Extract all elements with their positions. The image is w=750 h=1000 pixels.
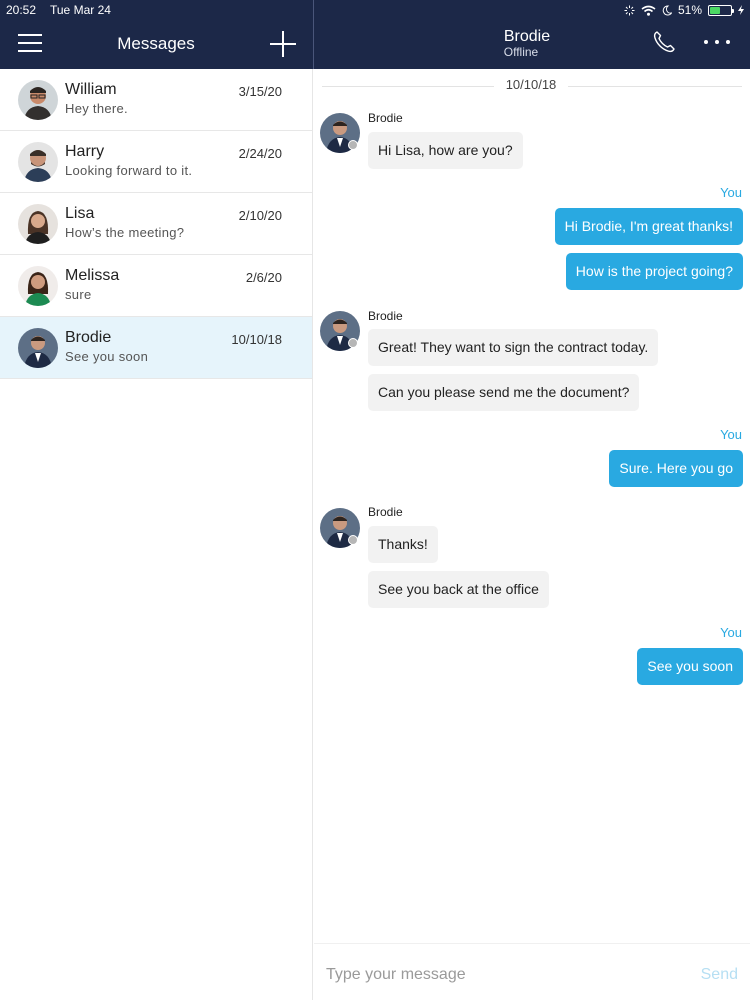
conversation-preview: Looking forward to it.	[65, 163, 193, 178]
chat-contact-status: Offline	[503, 45, 539, 59]
conversation-name: Lisa	[65, 205, 95, 222]
message-bubble-outgoing: How is the project going?	[565, 253, 743, 290]
conversation-item[interactable]: William Hey there. 3/15/20	[0, 69, 312, 131]
sync-icon	[624, 5, 635, 15]
conversation-preview: Hey there.	[65, 101, 128, 116]
battery-percent: 51%	[677, 3, 702, 17]
sender-name: Brodie	[368, 111, 403, 125]
battery-fill	[710, 6, 721, 14]
message-bubble-outgoing: Sure. Here you go	[609, 450, 743, 487]
status-date: Tue Mar 24	[50, 3, 111, 17]
date-separator-line	[322, 86, 494, 87]
date-separator: 10/10/18	[322, 77, 742, 95]
message-input[interactable]	[326, 964, 666, 986]
you-label: You	[720, 427, 742, 442]
ellipsis-icon[interactable]	[704, 40, 730, 46]
message-bubble-incoming: Hi Lisa, how are you?	[368, 132, 523, 169]
date-separator-line	[568, 86, 742, 87]
sender-name: Brodie	[368, 505, 403, 519]
conversation-name: Harry	[65, 143, 105, 160]
message-bubble-incoming: Thanks!	[368, 526, 438, 563]
you-label: You	[720, 185, 742, 200]
conversation-name: Brodie	[65, 329, 112, 346]
hamburger-icon[interactable]	[18, 34, 42, 54]
presence-indicator	[348, 535, 358, 545]
status-time: 20:52	[6, 3, 37, 17]
avatar	[18, 80, 58, 120]
presence-indicator	[348, 338, 358, 348]
sender-name: Brodie	[368, 309, 403, 323]
avatar	[18, 266, 58, 306]
conversation-name: William	[65, 81, 117, 98]
conversation-item[interactable]: Lisa How’s the meeting? 2/10/20	[0, 193, 312, 255]
message-composer: Send	[314, 943, 750, 1000]
status-bar: 20:52 Tue Mar 24 51%	[0, 0, 750, 20]
plus-icon[interactable]	[270, 31, 296, 57]
message-bubble-incoming: Can you please send me the document?	[368, 374, 640, 411]
conversation-date: 10/10/18	[231, 332, 282, 347]
conversation-preview: sure	[65, 287, 92, 302]
conversation-date: 3/15/20	[238, 84, 282, 99]
conversation-name: Melissa	[65, 267, 120, 284]
you-label: You	[720, 625, 742, 640]
battery-icon	[708, 4, 734, 16]
presence-indicator	[348, 140, 358, 150]
avatar	[18, 204, 58, 244]
moon-icon	[662, 4, 672, 15]
conversation-date: 2/24/20	[238, 146, 282, 161]
avatar	[18, 328, 58, 368]
message-bubble-outgoing: See you soon	[637, 648, 743, 685]
conversation-preview: How’s the meeting?	[65, 225, 185, 240]
date-separator-text: 10/10/18	[505, 77, 557, 92]
conversation-list: William Hey there. 3/15/20 Harry Looking…	[0, 69, 313, 1000]
top-bar: 20:52 Tue Mar 24 51% Messages Brodie Off…	[0, 0, 750, 69]
conversation-date: 2/10/20	[238, 208, 282, 223]
conversation-item[interactable]: Harry Looking forward to it. 2/24/20	[0, 131, 312, 193]
message-bubble-incoming: See you back at the office	[368, 571, 549, 608]
avatar	[18, 142, 58, 182]
charging-icon	[738, 5, 744, 15]
conversation-preview: See you soon	[65, 349, 149, 364]
conversation-item[interactable]: Melissa sure 2/6/20	[0, 255, 312, 317]
phone-icon[interactable]	[652, 30, 676, 54]
message-bubble-incoming: Great! They want to sign the contract to…	[368, 329, 659, 366]
send-button[interactable]: Send	[701, 966, 738, 984]
wifi-icon	[641, 5, 656, 16]
chat-pane: 10/10/18 Brodie Hi Lisa, how are you? Yo…	[314, 69, 750, 1000]
header-divider	[313, 0, 314, 69]
message-bubble-outgoing: Hi Brodie, I'm great thanks!	[554, 208, 743, 245]
messages-title: Messages	[117, 34, 195, 53]
chat-contact-name: Brodie	[503, 28, 551, 45]
conversation-date: 2/6/20	[245, 270, 282, 285]
conversation-item-active[interactable]: Brodie See you soon 10/10/18	[0, 317, 312, 379]
status-right: 51%	[624, 3, 744, 17]
